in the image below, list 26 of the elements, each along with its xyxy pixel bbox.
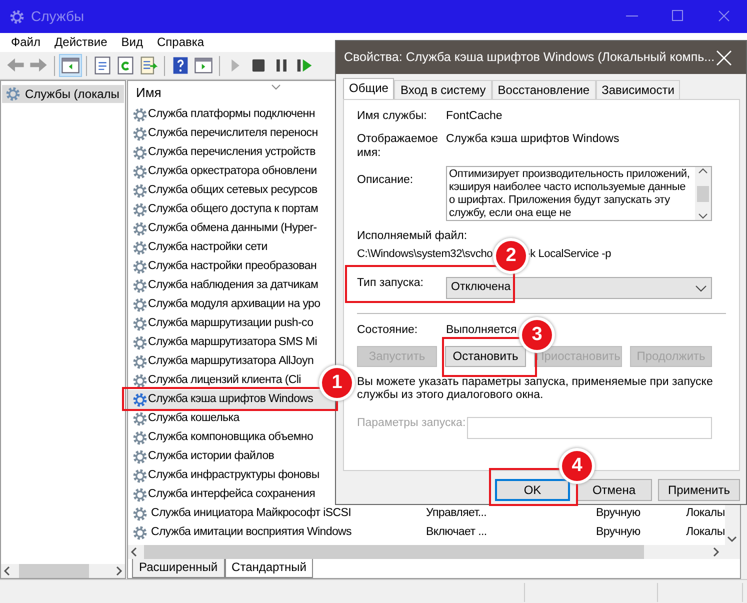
field-label: Описание: xyxy=(357,174,414,188)
field-value: FontCache xyxy=(446,110,502,124)
description-text: Управляет... xyxy=(426,506,488,520)
field-label: Имя службы: xyxy=(357,110,428,124)
callout-badge: 4 xyxy=(562,451,592,481)
service-name: Служба инициатора Майкрософт iSCSI xyxy=(151,506,352,520)
field-value: Служба кэша шрифтов Windows xyxy=(446,132,620,147)
field-label: Отображаемое имя: xyxy=(357,132,437,160)
service-name: Служба имитации восприятия Windows xyxy=(151,526,353,540)
dialog-title: Свойства: Служба кэша шрифтов Windows (Локальный компь... xyxy=(344,50,715,65)
status-value: Выполняется xyxy=(446,324,517,338)
path-text: C:\Windows\system32\svcho xyxy=(357,248,493,262)
startup-text: Вручную xyxy=(596,506,642,520)
description-text: Включает ... xyxy=(426,526,488,540)
field-label: Тип запуска: xyxy=(357,277,425,292)
logon-text: Локалы xyxy=(686,526,725,540)
window-title: Службы xyxy=(31,8,84,25)
field-label: Состояние: xyxy=(357,324,419,338)
callout-badge: 3 xyxy=(522,320,552,350)
field-label: Параметры запуска: xyxy=(357,417,467,431)
note-text: Вы можете указать параметры запуска, применяемые при запуске службы из этого диалогового окна. xyxy=(357,376,714,404)
logon-text: Локалы xyxy=(686,506,725,520)
callout-badge: 2 xyxy=(496,241,526,271)
startup-text: Вручную xyxy=(596,526,642,540)
field-label: Исполняемый файл: xyxy=(357,230,468,244)
callout-badge: 1 xyxy=(322,368,352,398)
